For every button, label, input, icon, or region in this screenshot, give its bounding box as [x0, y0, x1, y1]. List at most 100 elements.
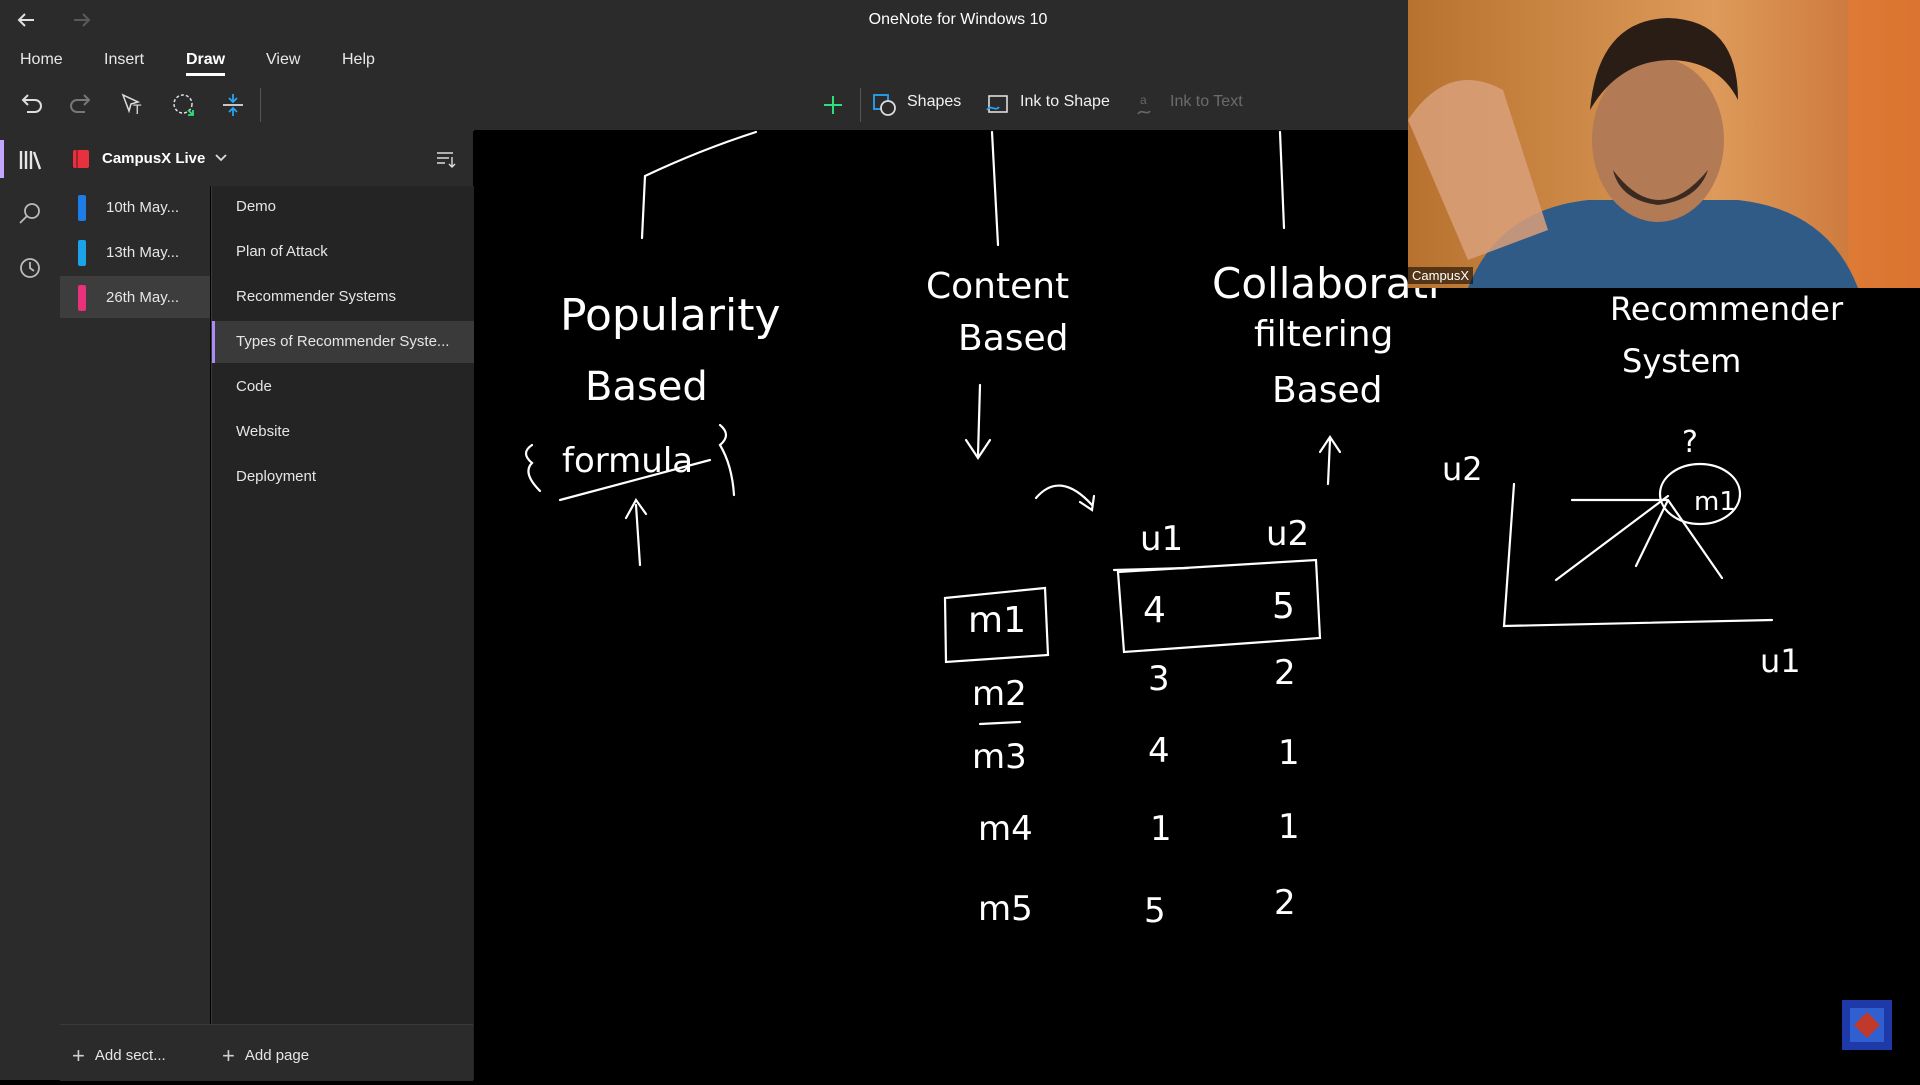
branch-line-popularity — [640, 130, 758, 240]
tab-view[interactable]: View — [266, 51, 300, 69]
recent-notes-icon[interactable] — [16, 254, 44, 282]
page-label: Demo — [236, 198, 277, 215]
page-item-website[interactable]: Website — [212, 411, 474, 453]
rail-active-indicator — [0, 140, 4, 178]
section-color-tab — [78, 285, 86, 311]
ink-header-u1: u1 — [1140, 519, 1183, 559]
ink-row-m5: m5 — [978, 889, 1033, 929]
ink-to-text-icon: a — [1137, 93, 1151, 115]
section-label: 13th May... — [106, 244, 180, 261]
ink-collaborative: Collaborati — [1212, 259, 1440, 308]
ink-formula: formula — [562, 441, 693, 481]
arrow-left-icon — [17, 13, 34, 27]
ink-to-shape-button[interactable]: Ink to Shape — [1020, 93, 1110, 111]
page-item-recommender-systems[interactable]: Recommender Systems — [212, 276, 474, 318]
page-label: Types of Recommender Syste... — [236, 333, 450, 350]
menu-bar: Home Insert Draw View Help — [0, 42, 1408, 78]
ink-row-m2-u1: 3 — [1148, 659, 1170, 699]
notebook-selector[interactable]: CampusX Live — [102, 150, 205, 167]
section-item-10th-may[interactable]: 10th May... — [60, 186, 210, 228]
ink-popularity-based: Based — [585, 364, 708, 410]
ink-row-m4-u1: 1 — [1150, 809, 1172, 849]
tab-home[interactable]: Home — [20, 51, 63, 69]
page-label: Recommender Systems — [236, 288, 397, 305]
page-item-code[interactable]: Code — [212, 366, 474, 408]
page-label: Plan of Attack — [236, 243, 328, 260]
add-space-icon[interactable] — [218, 90, 248, 120]
ink-row-m3: m3 — [972, 737, 1027, 777]
ink-graph-y-label: u2 — [1442, 450, 1483, 488]
page-item-demo[interactable]: Demo — [212, 186, 474, 228]
page-item-plan-of-attack[interactable]: Plan of Attack — [212, 231, 474, 273]
section-item-13th-may[interactable]: 13th May... — [60, 231, 210, 273]
ink-content-based: Based — [958, 318, 1069, 359]
forward-button[interactable] — [70, 8, 94, 32]
draw-toolbar: T Shapes Ink to Shape a Ink to Text — [0, 78, 1408, 204]
ink-popularity: Popularity — [560, 290, 781, 341]
notebooks-icon[interactable] — [16, 146, 44, 174]
ink-recommender: Recommender — [1610, 290, 1844, 328]
ink-graph-point: m1 — [1694, 487, 1736, 517]
ink-curved-arrow — [1034, 484, 1096, 512]
ink-row-m1-u2: 5 — [1272, 586, 1295, 627]
section-item-26th-may[interactable]: 26th May... — [60, 276, 210, 318]
ink-graph-question: ? — [1682, 425, 1698, 460]
section-label: 10th May... — [106, 199, 180, 216]
type-select-icon[interactable]: T — [118, 90, 148, 120]
plus-icon: + — [222, 1043, 235, 1068]
sort-icon[interactable] — [434, 148, 456, 170]
ink-row-m5-u1: 5 — [1144, 891, 1166, 931]
svg-text:a: a — [1140, 93, 1147, 107]
search-icon[interactable] — [16, 200, 44, 228]
ink-collab-based: Based — [1272, 370, 1383, 411]
ink-m2-underline — [978, 720, 1022, 726]
ink-row-m4-u2: 1 — [1278, 807, 1300, 847]
ink-row-m4: m4 — [978, 809, 1033, 849]
redo-icon[interactable] — [66, 90, 96, 120]
page-list: Demo Plan of Attack Recommender Systems … — [211, 186, 477, 1080]
section-color-tab — [78, 195, 86, 221]
ink-system: System — [1622, 342, 1741, 380]
ink-arrow-up-collab — [1318, 435, 1342, 486]
back-button[interactable] — [14, 8, 38, 32]
page-item-deployment[interactable]: Deployment — [212, 456, 474, 498]
add-page-button[interactable]: + Add page — [222, 1043, 309, 1069]
ink-to-shape-icon[interactable] — [984, 90, 1014, 120]
page-label: Website — [236, 423, 290, 440]
ink-filtering: filtering — [1254, 314, 1393, 355]
section-label: 26th May... — [106, 289, 180, 306]
undo-icon[interactable] — [16, 90, 46, 120]
tab-insert[interactable]: Insert — [104, 51, 144, 69]
page-item-types-of-recommender-systems[interactable]: Types of Recommender Syste... — [212, 321, 477, 363]
svg-text:T: T — [133, 101, 142, 117]
ink-row-m1-u1: 4 — [1143, 590, 1166, 631]
ink-row-m5-u2: 2 — [1274, 883, 1296, 923]
section-list: 10th May... 13th May... 26th May... — [60, 186, 210, 1080]
add-section-button[interactable]: + Add sect... — [72, 1043, 166, 1069]
shapes-button[interactable]: Shapes — [907, 93, 961, 111]
plus-icon[interactable] — [818, 90, 848, 120]
webcam-overlay — [1408, 0, 1920, 288]
ink-row-m1: m1 — [968, 600, 1026, 641]
notebook-header: CampusX Live — [60, 130, 473, 186]
ink-graph-x-label: u1 — [1760, 642, 1801, 680]
ink-to-text-button: Ink to Text — [1170, 93, 1243, 110]
branch-line-collab — [1278, 130, 1286, 230]
ink-content: Content — [926, 266, 1069, 307]
add-page-label: Add page — [244, 1047, 310, 1064]
page-label: Code — [236, 378, 272, 395]
section-color-tab — [78, 240, 86, 266]
add-section-label: Add sect... — [94, 1047, 166, 1064]
tab-help[interactable]: Help — [342, 51, 375, 69]
channel-logo — [1842, 1000, 1892, 1050]
navigation-rail — [0, 130, 60, 1080]
chevron-down-icon[interactable] — [214, 153, 228, 163]
shapes-icon[interactable] — [870, 90, 900, 120]
branch-line-content — [990, 130, 1000, 247]
ink-row-m3-u1: 4 — [1148, 731, 1170, 771]
page-label: Deployment — [236, 468, 317, 485]
notebook-icon — [73, 150, 89, 168]
tab-draw[interactable]: Draw — [186, 51, 226, 76]
ink-row-m2-u2: 2 — [1274, 653, 1296, 693]
lasso-select-icon[interactable] — [168, 90, 198, 120]
